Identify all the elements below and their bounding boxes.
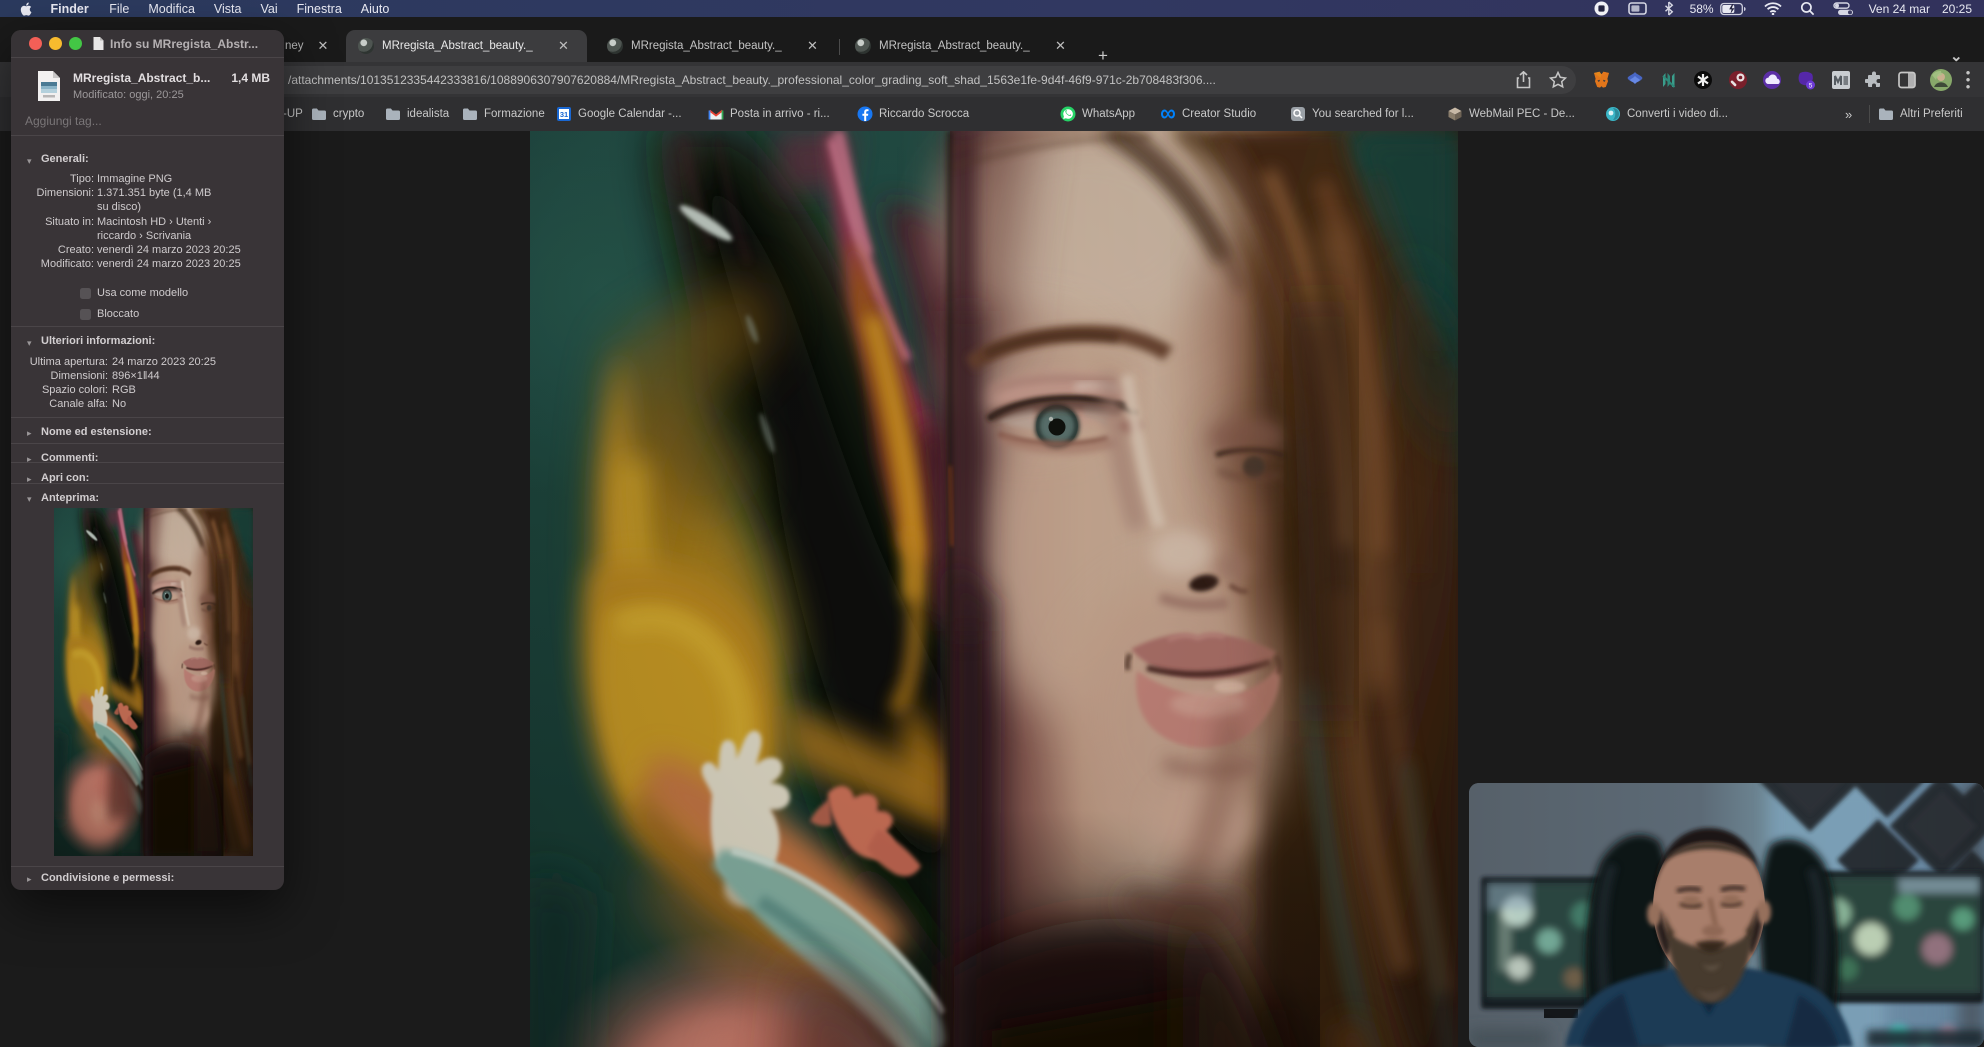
svg-text:5: 5 xyxy=(1809,82,1813,89)
svg-text:31: 31 xyxy=(560,110,568,119)
